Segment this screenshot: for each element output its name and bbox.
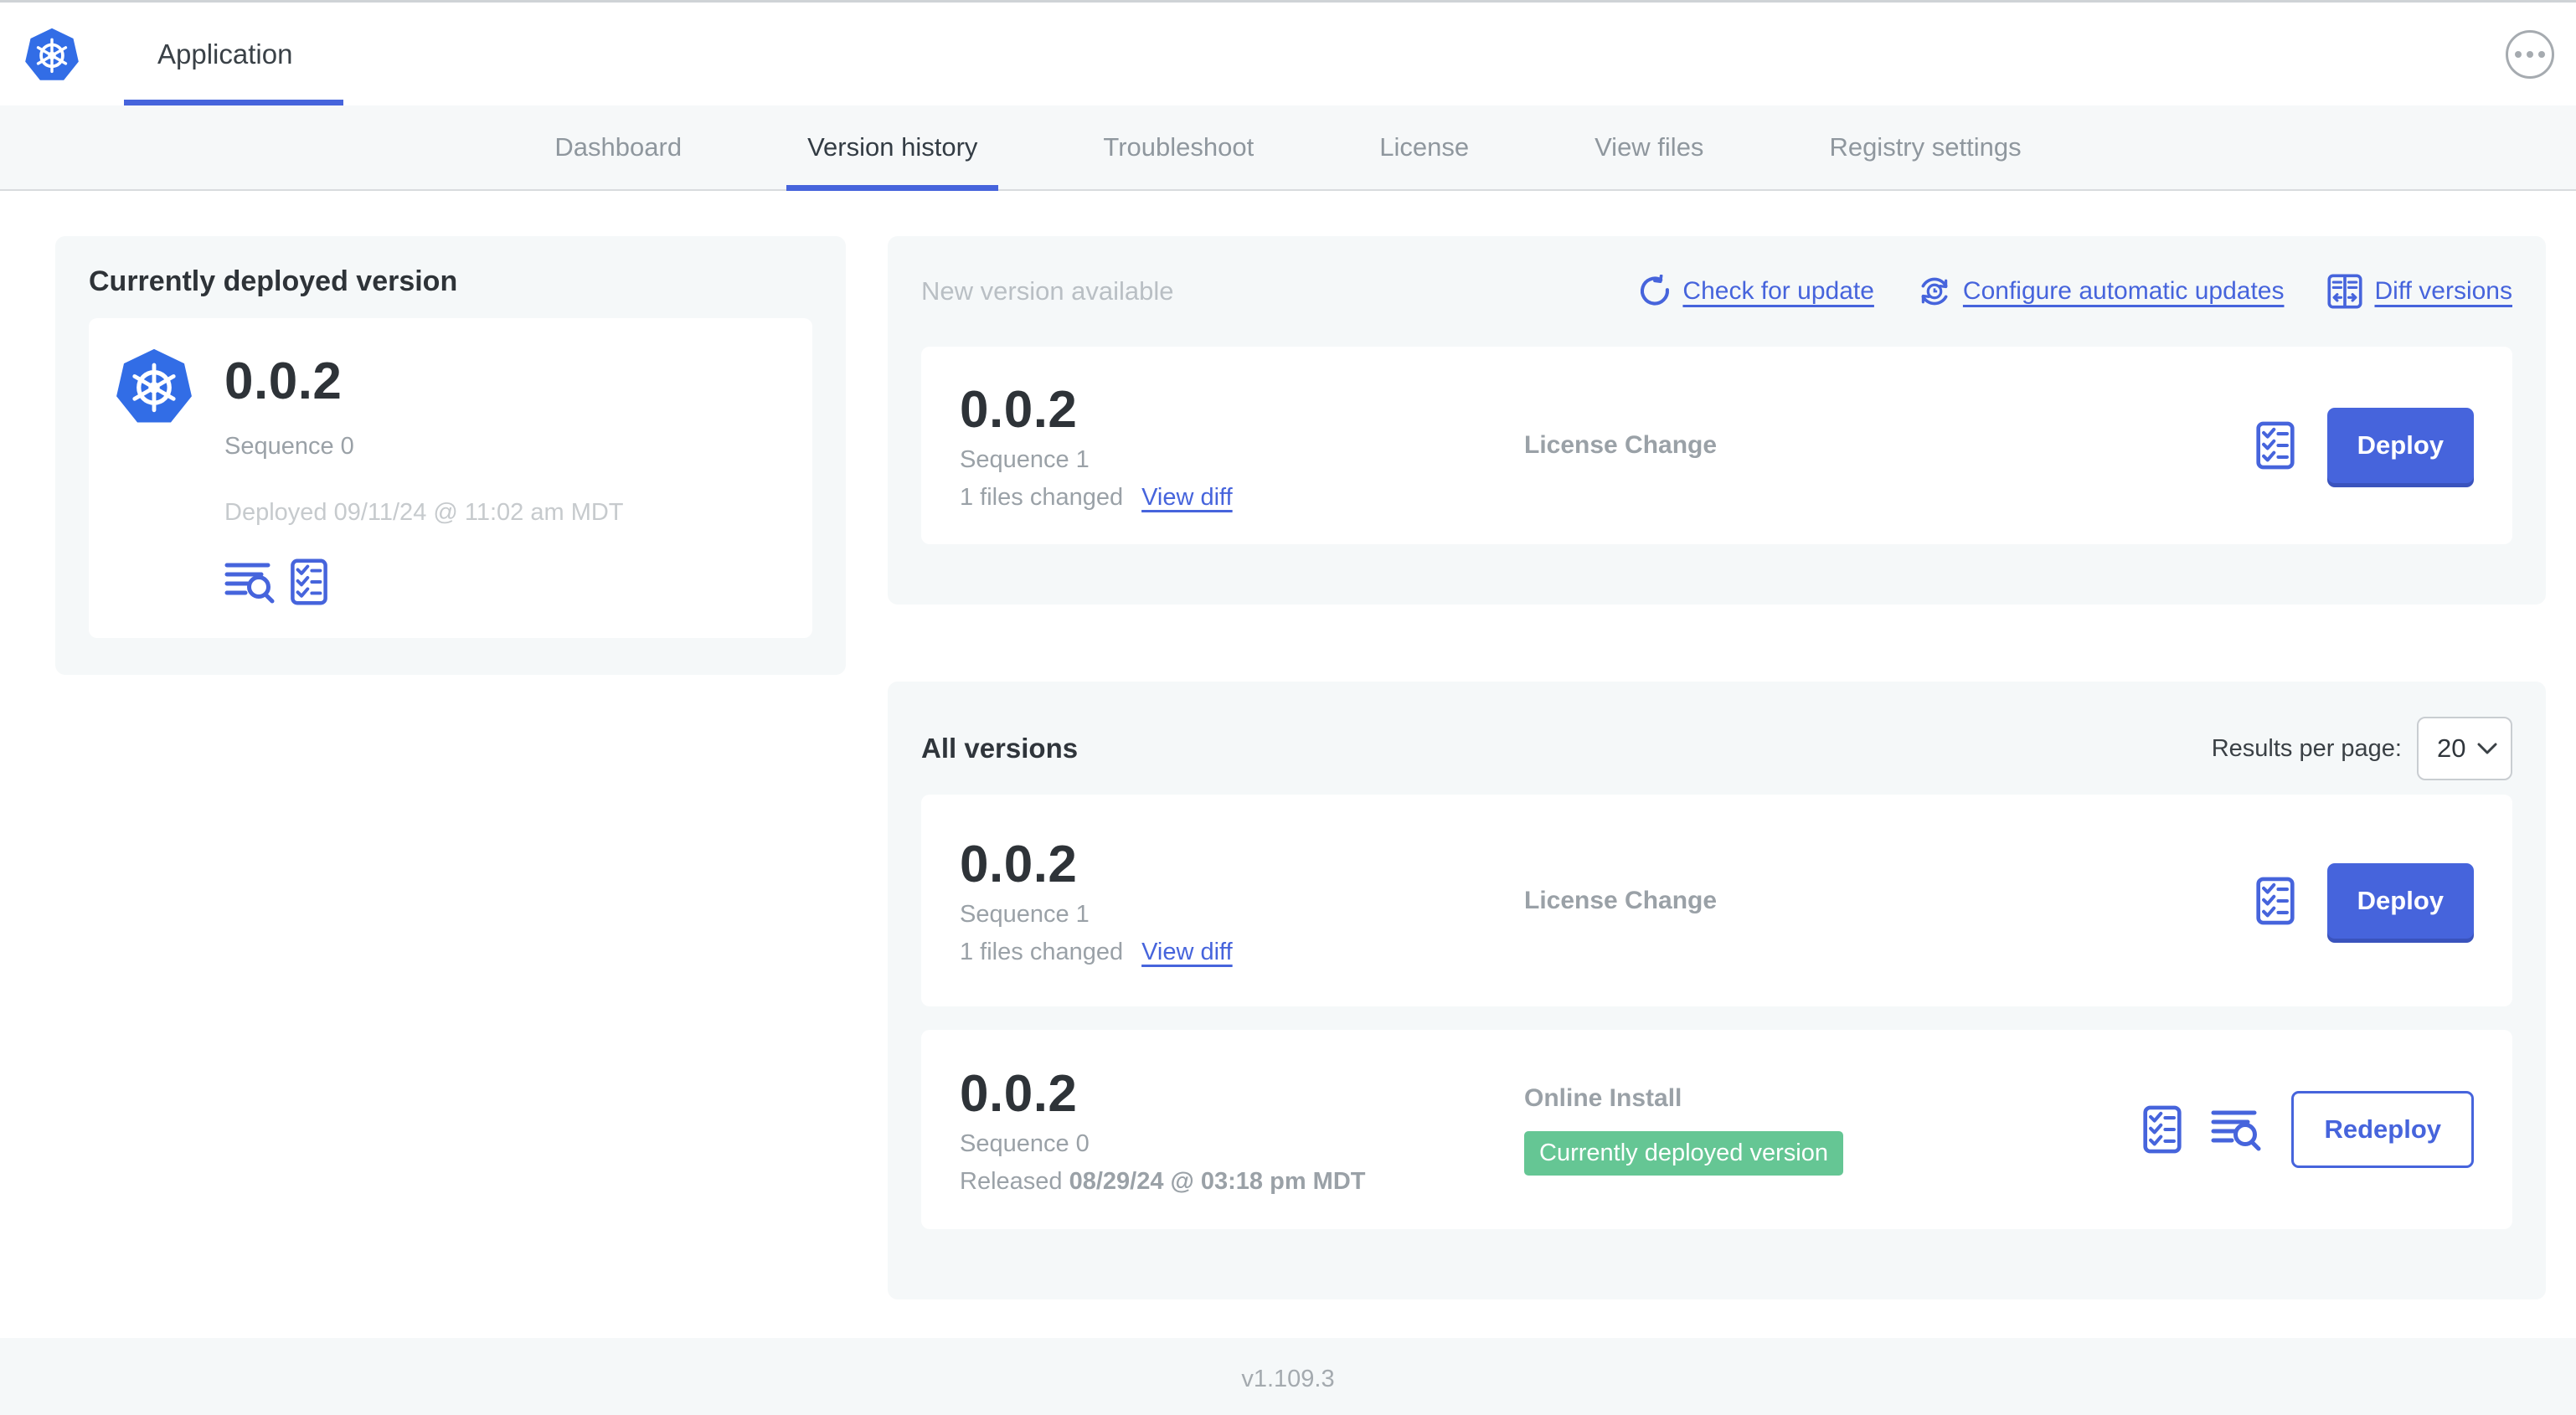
new-version-row: 0.0.2 Sequence 1 1 files changed View di… bbox=[921, 347, 2512, 544]
configure-automatic-updates-action[interactable]: Configure automatic updates bbox=[1918, 275, 2284, 308]
version-source: License Change bbox=[1524, 886, 1718, 914]
kubernetes-logo-icon bbox=[25, 28, 79, 80]
chevron-down-icon bbox=[2477, 743, 2497, 754]
tab-view-files[interactable]: View files bbox=[1574, 105, 1724, 189]
diff-versions-action[interactable]: Diff versions bbox=[2327, 274, 2512, 309]
version-row: 0.0.2 Sequence 0 Released 08/29/24 @ 03:… bbox=[921, 1030, 2512, 1229]
version-source: License Change bbox=[1524, 431, 1718, 459]
deploy-button[interactable]: Deploy bbox=[2326, 408, 2474, 483]
app-header: Application bbox=[0, 3, 2576, 105]
deployed-timestamp: Deployed 09/11/24 @ 11:02 am MDT bbox=[224, 499, 624, 526]
view-diff-link[interactable]: View diff bbox=[1141, 484, 1233, 512]
app-tab-active-underline bbox=[124, 100, 343, 105]
diff-icon bbox=[2327, 274, 2363, 309]
version-source: Online Install bbox=[1524, 1083, 1682, 1112]
version-number: 0.0.2 bbox=[960, 836, 1078, 893]
scheduled-update-icon bbox=[1921, 277, 1948, 306]
kots-admin-console: Application Dashboard Version history Tr… bbox=[0, 0, 2576, 1415]
tab-registry-settings[interactable]: Registry settings bbox=[1808, 105, 2042, 189]
view-diff-link[interactable]: View diff bbox=[1141, 939, 1233, 966]
tab-dashboard[interactable]: Dashboard bbox=[533, 105, 703, 189]
version-row: 0.0.2 Sequence 1 1 files changed View di… bbox=[921, 795, 2512, 1006]
currently-deployed-title: Currently deployed version bbox=[89, 265, 458, 297]
kubernetes-logo-icon bbox=[116, 348, 192, 423]
version-sequence: Sequence 1 bbox=[960, 901, 1090, 928]
check-for-update-action[interactable]: Check for update bbox=[1637, 275, 1874, 308]
currently-deployed-panel: Currently deployed version 0.0.2 Sequenc… bbox=[55, 236, 846, 675]
version-sequence: Sequence 1 bbox=[960, 445, 1090, 473]
deploy-logs-icon[interactable] bbox=[2211, 1108, 2263, 1151]
preflight-checks-icon[interactable] bbox=[290, 558, 328, 605]
new-version-title: New version available bbox=[921, 276, 1174, 306]
refresh-icon bbox=[1641, 275, 1670, 306]
preflight-checks-icon[interactable] bbox=[2255, 421, 2295, 470]
version-number: 0.0.2 bbox=[960, 380, 1078, 439]
deploy-button[interactable]: Deploy bbox=[2326, 862, 2474, 939]
files-changed-label: 1 files changed bbox=[960, 939, 1124, 965]
app-footer: v1.109.3 bbox=[0, 1338, 2576, 1415]
version-history-column: New version available Check for update C… bbox=[888, 236, 2546, 1299]
results-per-page-select[interactable]: 20 bbox=[2417, 717, 2512, 780]
ellipsis-menu-button[interactable] bbox=[2506, 29, 2554, 79]
deployed-sequence: Sequence 0 bbox=[224, 433, 354, 460]
main-content: Currently deployed version 0.0.2 Sequenc… bbox=[0, 191, 2576, 1338]
results-per-page-label: Results per page: bbox=[2211, 734, 2402, 762]
redeploy-button[interactable]: Redeploy bbox=[2291, 1091, 2474, 1168]
tab-troubleshoot[interactable]: Troubleshoot bbox=[1082, 105, 1275, 189]
files-changed-label: 1 files changed bbox=[960, 483, 1124, 511]
version-number: 0.0.2 bbox=[960, 1064, 1078, 1123]
subnav: Dashboard Version history Troubleshoot L… bbox=[0, 105, 2576, 191]
currently-deployed-card: 0.0.2 Sequence 0 Deployed 09/11/24 @ 11:… bbox=[89, 318, 812, 638]
new-version-panel: New version available Check for update C… bbox=[888, 236, 2546, 605]
deployed-version-number: 0.0.2 bbox=[224, 352, 343, 410]
tab-license[interactable]: License bbox=[1358, 105, 1490, 189]
all-versions-panel: All versions Results per page: 20 0.0.2 … bbox=[888, 682, 2546, 1299]
version-released-timestamp: Released 08/29/24 @ 03:18 pm MDT bbox=[960, 1167, 1366, 1195]
version-sequence: Sequence 0 bbox=[960, 1129, 1090, 1157]
currently-deployed-badge: Currently deployed version bbox=[1524, 1130, 1843, 1176]
tab-version-history[interactable]: Version history bbox=[786, 105, 999, 191]
all-versions-title: All versions bbox=[921, 733, 1079, 764]
preflight-checks-icon[interactable] bbox=[2255, 877, 2295, 925]
preflight-checks-icon[interactable] bbox=[2142, 1105, 2182, 1154]
deploy-logs-icon[interactable] bbox=[224, 560, 276, 604]
console-version: v1.109.3 bbox=[1241, 1365, 1335, 1392]
app-title-tab[interactable]: Application bbox=[157, 39, 292, 70]
